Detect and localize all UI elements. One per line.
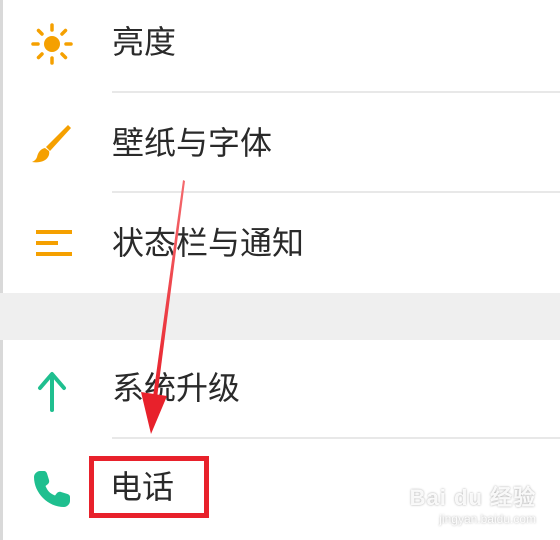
settings-item-status-bar[interactable]: 状态栏与通知 [0,193,560,293]
arrow-up-icon [28,366,76,414]
settings-item-wallpaper-font[interactable]: 壁纸与字体 [0,93,560,192]
brush-icon [28,119,76,167]
settings-item-brightness[interactable]: 亮度 [0,0,560,92]
status-bar-icon [28,219,76,267]
settings-item-label: 状态栏与通知 [112,224,305,262]
settings-item-system-update[interactable]: 系统升级 [0,340,560,437]
settings-item-label: 亮度 [112,23,177,61]
settings-item-label: 壁纸与字体 [112,124,273,162]
watermark-logo: Bai du 经验 [409,485,536,510]
annotation-highlight-box [89,456,209,518]
watermark: Bai du 经验 jingyan.baidu.com [410,480,536,526]
brightness-icon [28,20,76,68]
settings-item-label: 系统升级 [112,369,241,407]
section-separator [0,293,560,340]
phone-icon [28,465,76,513]
settings-screen: 亮度 壁纸与字体 状态栏与通知 系统升级 电话 Bai du 经验 jingya… [0,0,560,540]
watermark-url: jingyan.baidu.com [439,512,536,526]
